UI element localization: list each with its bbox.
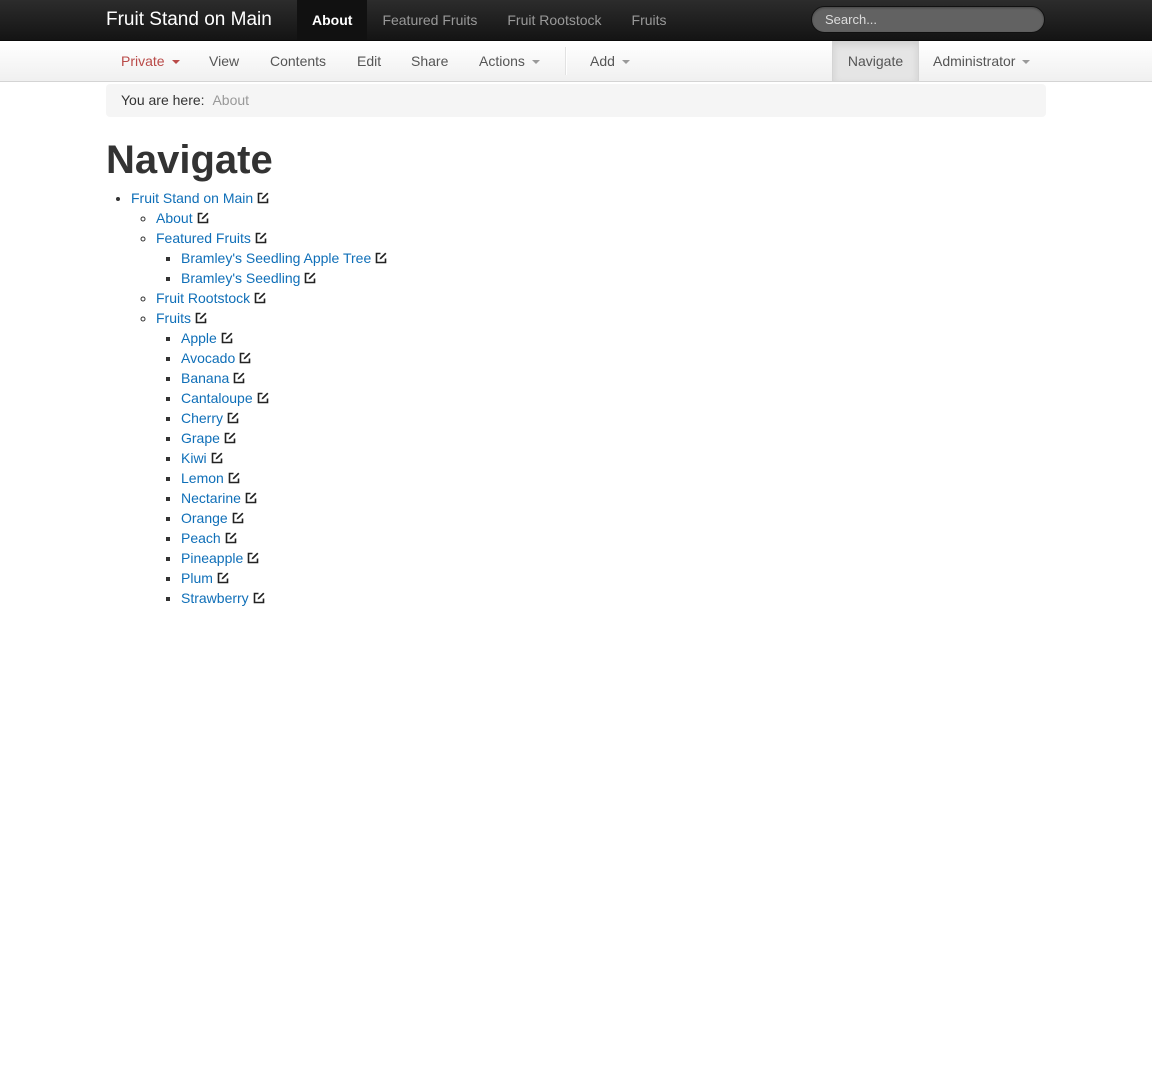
edit-icon[interactable] <box>233 369 245 384</box>
edit-icon[interactable] <box>195 309 207 324</box>
tree-link[interactable]: Plum <box>181 570 213 586</box>
add-label: Add <box>590 53 615 69</box>
tree-link[interactable]: Grape <box>181 430 220 446</box>
edit-button[interactable]: Edit <box>357 41 381 81</box>
search-input[interactable] <box>811 6 1045 33</box>
actions-label: Actions <box>479 53 525 69</box>
tree-item: Cantaloupe <box>181 388 387 408</box>
page-title: Navigate <box>106 138 273 182</box>
tree-item: Kiwi <box>181 448 387 468</box>
nav-item-about[interactable]: About <box>297 0 368 40</box>
tree-item-featured-fruits: Featured Fruits Bramley's Seedling Apple… <box>156 228 387 288</box>
add-menu[interactable]: Add <box>590 41 630 81</box>
share-button[interactable]: Share <box>411 41 448 81</box>
tree-link[interactable]: Banana <box>181 370 229 386</box>
tree-link-about[interactable]: About <box>156 210 193 226</box>
tree-item: Grape <box>181 428 387 448</box>
breadcrumb-label: You are here: <box>121 92 205 108</box>
caret-down-icon <box>171 60 180 65</box>
tree-item: Plum <box>181 568 387 588</box>
edit-icon[interactable] <box>245 489 257 504</box>
edit-icon[interactable] <box>239 349 251 364</box>
edit-icon[interactable] <box>375 249 387 264</box>
nav-item-fruit-rootstock[interactable]: Fruit Rootstock <box>492 0 616 40</box>
tree-link[interactable]: Avocado <box>181 350 235 366</box>
state-label: Private <box>121 53 165 69</box>
edit-icon[interactable] <box>254 289 266 304</box>
actions-menu[interactable]: Actions <box>479 41 540 81</box>
navigate-button[interactable]: Navigate <box>832 41 919 81</box>
navigation-tree: Fruit Stand on Main About Featured Fruit… <box>106 188 387 608</box>
tree-link[interactable]: Kiwi <box>181 450 207 466</box>
caret-down-icon <box>621 60 630 65</box>
edit-icon[interactable] <box>217 569 229 584</box>
edit-icon[interactable] <box>232 509 244 524</box>
nav-item-fruits[interactable]: Fruits <box>617 0 682 40</box>
user-menu[interactable]: Administrator <box>933 41 1031 81</box>
tree-link[interactable]: Lemon <box>181 470 224 486</box>
tree-link[interactable]: Pineapple <box>181 550 243 566</box>
caret-down-icon <box>1022 60 1031 65</box>
tree-link[interactable]: Apple <box>181 330 217 346</box>
edit-icon[interactable] <box>228 469 240 484</box>
tree-item-fruits: Fruits Apple Avocado Banana Cantaloupe Cherr… <box>156 308 387 608</box>
tree-item: Avocado <box>181 348 387 368</box>
edit-icon[interactable] <box>257 189 269 204</box>
tree-item: Bramley's Seedling <box>181 268 387 288</box>
edit-toolbar: Private View Contents Edit Share Actions… <box>0 41 1152 82</box>
tree-link[interactable]: Orange <box>181 510 228 526</box>
toolbar-divider <box>565 47 567 75</box>
tree-item: Cherry <box>181 408 387 428</box>
edit-icon[interactable] <box>253 589 265 604</box>
edit-icon[interactable] <box>224 429 236 444</box>
tree-item-fruit-rootstock: Fruit Rootstock <box>156 288 387 308</box>
tree-link[interactable]: Cherry <box>181 410 223 426</box>
tree-link[interactable]: Cantaloupe <box>181 390 253 406</box>
edit-icon[interactable] <box>304 269 316 284</box>
site-brand[interactable]: Fruit Stand on Main <box>106 0 272 40</box>
tree-link[interactable]: Nectarine <box>181 490 241 506</box>
caret-down-icon <box>531 60 540 65</box>
edit-icon[interactable] <box>247 549 259 564</box>
nav-item-featured-fruits[interactable]: Featured Fruits <box>367 0 492 40</box>
featured-fruits-list: Bramley's Seedling Apple Tree Bramley's S… <box>156 248 387 288</box>
edit-icon[interactable] <box>227 409 239 424</box>
tree-item: Apple <box>181 328 387 348</box>
contents-button[interactable]: Contents <box>270 41 326 81</box>
tree-item: Peach <box>181 528 387 548</box>
edit-icon[interactable] <box>257 389 269 404</box>
tree-link-fruits[interactable]: Fruits <box>156 310 191 326</box>
tree-link-featured-fruits[interactable]: Featured Fruits <box>156 230 251 246</box>
tree-link[interactable]: Bramley's Seedling Apple Tree <box>181 250 371 266</box>
edit-icon[interactable] <box>211 449 223 464</box>
edit-icon[interactable] <box>197 209 209 224</box>
state-menu[interactable]: Private <box>121 41 180 81</box>
tree-item: Pineapple <box>181 548 387 568</box>
tree-item: Nectarine <box>181 488 387 508</box>
tree-link[interactable]: Peach <box>181 530 221 546</box>
tree-link-root[interactable]: Fruit Stand on Main <box>131 190 253 206</box>
breadcrumb: You are here: About <box>106 84 1046 117</box>
tree-item: Strawberry <box>181 588 387 608</box>
tree-link[interactable]: Bramley's Seedling <box>181 270 300 286</box>
top-nav: About Featured Fruits Fruit Rootstock Fr… <box>297 0 682 40</box>
tree-item: Banana <box>181 368 387 388</box>
fruits-list: Apple Avocado Banana Cantaloupe Cherry Grape K… <box>156 328 387 608</box>
tree-item-root: Fruit Stand on Main About Featured Fruit… <box>131 188 387 608</box>
tree-link-fruit-rootstock[interactable]: Fruit Rootstock <box>156 290 250 306</box>
top-navbar: Fruit Stand on Main About Featured Fruit… <box>0 0 1152 41</box>
edit-icon[interactable] <box>225 529 237 544</box>
view-button[interactable]: View <box>209 41 239 81</box>
tree-link[interactable]: Strawberry <box>181 590 249 606</box>
tree-item: Bramley's Seedling Apple Tree <box>181 248 387 268</box>
tree-item-about: About <box>156 208 387 228</box>
user-label: Administrator <box>933 53 1016 69</box>
tree-item: Orange <box>181 508 387 528</box>
edit-icon[interactable] <box>255 229 267 244</box>
tree-item: Lemon <box>181 468 387 488</box>
edit-icon[interactable] <box>221 329 233 344</box>
breadcrumb-current: About <box>212 92 250 108</box>
